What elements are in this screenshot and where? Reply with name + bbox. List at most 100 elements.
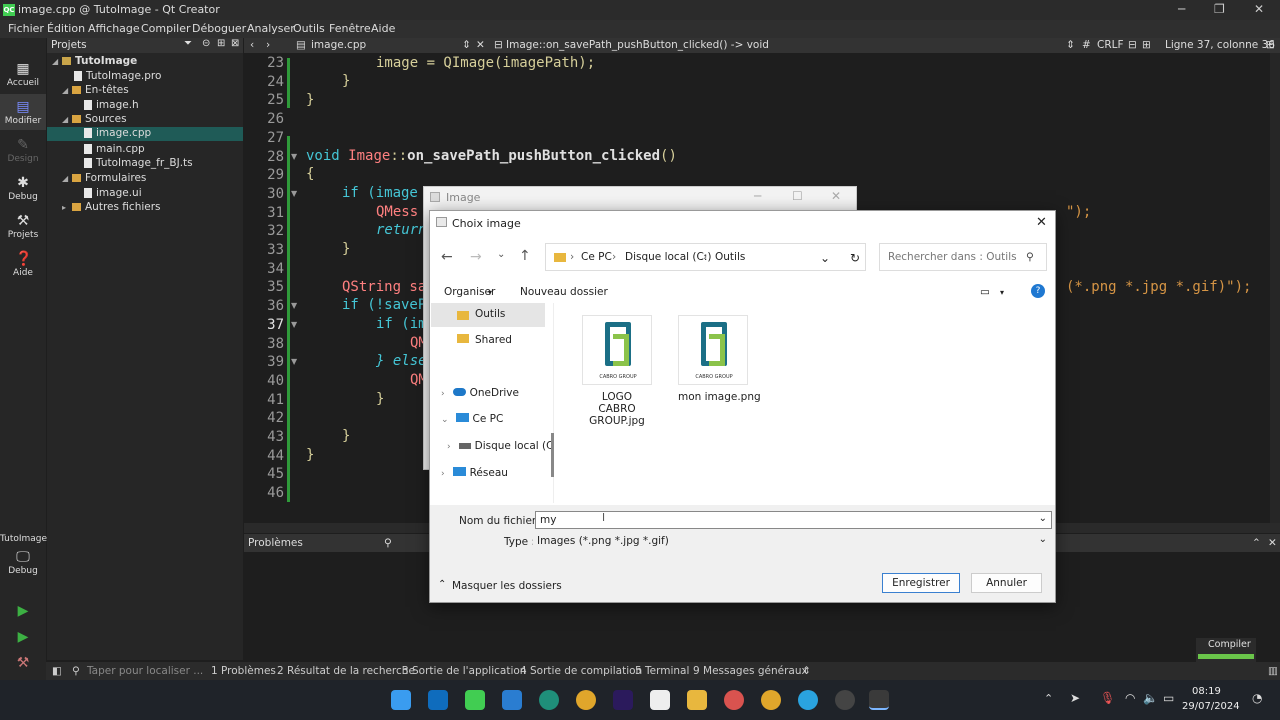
tree-item-file[interactable]: TutoImage_fr_BJ.ts <box>84 157 193 169</box>
type-select[interactable]: Images (*.png *.jpg *.gif) ⌄ <box>533 532 1052 550</box>
menu-aide[interactable]: Aide <box>371 22 395 35</box>
address-bar[interactable]: › Ce PC › Disque local (C:) › Outils ⌄ ↻ <box>545 243 866 271</box>
obs-icon[interactable] <box>835 690 855 710</box>
breadcrumb-item[interactable]: Ce PC <box>581 251 612 263</box>
output-toggle-icon[interactable]: ▥ <box>1268 665 1278 677</box>
close-doc-icon[interactable]: ✕ <box>476 39 485 51</box>
file-explorer-icon[interactable] <box>687 690 707 710</box>
menu-edition[interactable]: Édition <box>47 22 85 35</box>
recent-dropdown-icon[interactable]: ⌄ <box>497 249 505 260</box>
windows-start-icon[interactable] <box>391 690 411 710</box>
file-item-logo[interactable]: CABRO GROUP LOGO CABRO GROUP.jpg <box>582 315 652 427</box>
tree-item-file[interactable]: image.h <box>84 99 139 111</box>
nav-item-ce-pc[interactable]: ⌄ Ce PC <box>441 413 503 425</box>
qt-app-icon[interactable] <box>869 690 889 710</box>
chrome-profile-icon[interactable] <box>724 690 744 710</box>
close-panel-icon[interactable]: ⊠ <box>231 38 239 49</box>
chevron-up-icon[interactable]: ⌃ <box>438 579 446 590</box>
tree-item-file-selected[interactable]: image.cpp <box>47 127 243 141</box>
nav-item-reseau[interactable]: › Réseau <box>441 467 508 479</box>
dropdown-icon[interactable]: ⇕ <box>462 39 471 51</box>
volume-icon[interactable]: 🔈 <box>1143 691 1158 705</box>
clock-date[interactable]: 29/07/2024 <box>1182 701 1240 712</box>
maximize-icon[interactable]: ☐ <box>792 189 803 203</box>
help-icon[interactable]: ? <box>1031 284 1045 298</box>
editor-function[interactable]: Image::on_savePath_pushButton_clicked() … <box>506 39 769 51</box>
tabs-menu-icon[interactable]: ⇕ <box>802 665 811 677</box>
mode-accueil[interactable]: ▦ Accueil <box>0 56 46 92</box>
cancel-button[interactable]: Annuler <box>971 573 1042 593</box>
maximize-icon[interactable]: ❐ <box>1214 2 1225 16</box>
microphone-icon[interactable]: 🎙 <box>1100 691 1115 705</box>
refresh-icon[interactable]: ↻ <box>850 251 860 265</box>
chevron-down-icon[interactable]: ⌄ <box>1039 534 1047 545</box>
close-icon[interactable]: ✕ <box>831 189 841 203</box>
split-view-icon[interactable]: ⊟ <box>1266 39 1275 51</box>
run-button[interactable]: ▶ <box>0 600 46 622</box>
tree-item-folder[interactable]: ◢ En-têtes <box>62 84 129 96</box>
filename-input[interactable]: my I ⌄ <box>535 511 1052 529</box>
forward-arrow-icon[interactable]: › <box>266 39 270 51</box>
tree-item-folder[interactable]: ◢ Formulaires <box>62 172 146 184</box>
menu-analyser[interactable]: Analyser <box>247 22 295 35</box>
fold-arrow-icon[interactable]: ▼ <box>291 357 297 366</box>
menu-compiler[interactable]: Compiler <box>141 22 191 35</box>
notepad-icon[interactable] <box>650 690 670 710</box>
close-pane-icon[interactable]: ✕ <box>1268 537 1277 549</box>
line-ending[interactable]: CRLF <box>1097 39 1124 51</box>
back-arrow-icon[interactable]: ‹ <box>250 39 254 51</box>
vertical-scrollbar[interactable] <box>1270 53 1280 523</box>
tree-item-file[interactable]: TutoImage.pro <box>74 70 161 82</box>
minimize-icon[interactable]: ─ <box>754 189 761 203</box>
dropdown-icon[interactable]: ⇕ <box>1066 39 1075 51</box>
mode-modifier[interactable]: ▤ Modifier <box>0 94 46 130</box>
chevron-down-icon[interactable]: ▾ <box>1000 288 1004 297</box>
split-icon[interactable]: ⊟ <box>1128 39 1137 51</box>
search-input[interactable]: Rechercher dans : Outils ⚲ <box>879 243 1047 271</box>
chevron-down-icon[interactable]: ⌄ <box>820 251 830 265</box>
save-button[interactable]: Enregistrer <box>882 573 960 593</box>
minimize-icon[interactable]: ─ <box>1178 2 1185 16</box>
vscode-icon[interactable] <box>502 690 522 710</box>
breadcrumb-item[interactable]: Outils <box>715 251 745 263</box>
compile-progress[interactable]: Compiler <box>1196 638 1256 662</box>
bottom-tab-terminal[interactable]: 5 Terminal <box>635 665 689 677</box>
close-icon[interactable]: ✕ <box>1036 215 1047 230</box>
bottom-tab-search[interactable]: 2 Résultat de la recherche <box>277 665 415 677</box>
menu-deboguer[interactable]: Déboguer <box>192 22 246 35</box>
notifications-icon[interactable]: ◔ <box>1252 691 1262 705</box>
filter-icon[interactable]: ⏷ <box>184 38 192 49</box>
link-icon[interactable]: ⊝ <box>202 38 210 49</box>
outlook-icon[interactable] <box>428 690 448 710</box>
edge-icon[interactable] <box>539 690 559 710</box>
tree-item-folder[interactable]: ◢ Sources <box>62 113 127 125</box>
chevron-down-icon[interactable]: ⌄ <box>1039 513 1047 524</box>
up-arrow-icon[interactable]: ↑ <box>519 248 531 264</box>
wifi-icon[interactable]: ◠ <box>1125 691 1135 705</box>
qt-creator-taskbar-icon[interactable] <box>465 690 485 710</box>
bottom-tab-messages[interactable]: 9 Messages généraux <box>693 665 808 677</box>
filter-icon[interactable]: ⚲ <box>384 537 392 549</box>
tray-chevron-icon[interactable]: ⌃ <box>1044 692 1053 705</box>
fold-arrow-icon[interactable]: ▼ <box>291 189 297 198</box>
battery-icon[interactable]: ▭ <box>1163 691 1174 705</box>
tree-item-folder[interactable]: ▸ Autres fichiers <box>62 201 161 213</box>
tree-item-file[interactable]: main.cpp <box>84 143 145 155</box>
new-folder-button[interactable]: Nouveau dossier <box>520 286 608 298</box>
bottom-tab-problems[interactable]: 1 Problèmes <box>211 665 276 677</box>
menu-outils[interactable]: Outils <box>293 22 325 35</box>
debug-run-button[interactable]: ▶ <box>0 626 46 648</box>
view-mode-icon[interactable]: ▭ <box>980 286 990 298</box>
kit-selector[interactable]: TutoImage 🖵 Debug <box>0 530 47 586</box>
telegram-icon[interactable] <box>798 690 818 710</box>
fold-arrow-icon[interactable]: ▼ <box>291 301 297 310</box>
back-arrow-icon[interactable]: ← <box>441 249 453 265</box>
close-icon[interactable]: ✕ <box>1254 2 1264 16</box>
chrome-icon[interactable] <box>576 690 596 710</box>
menu-affichage[interactable]: Affichage <box>88 22 140 35</box>
mode-aide[interactable]: ❓ Aide <box>0 246 46 282</box>
tree-item-file[interactable]: image.ui <box>84 187 142 199</box>
mode-projets[interactable]: ⚒ Projets <box>0 208 46 244</box>
hide-folders-button[interactable]: Masquer les dossiers <box>452 580 562 592</box>
nav-item-disk[interactable]: › Disque local (C <box>447 440 553 452</box>
